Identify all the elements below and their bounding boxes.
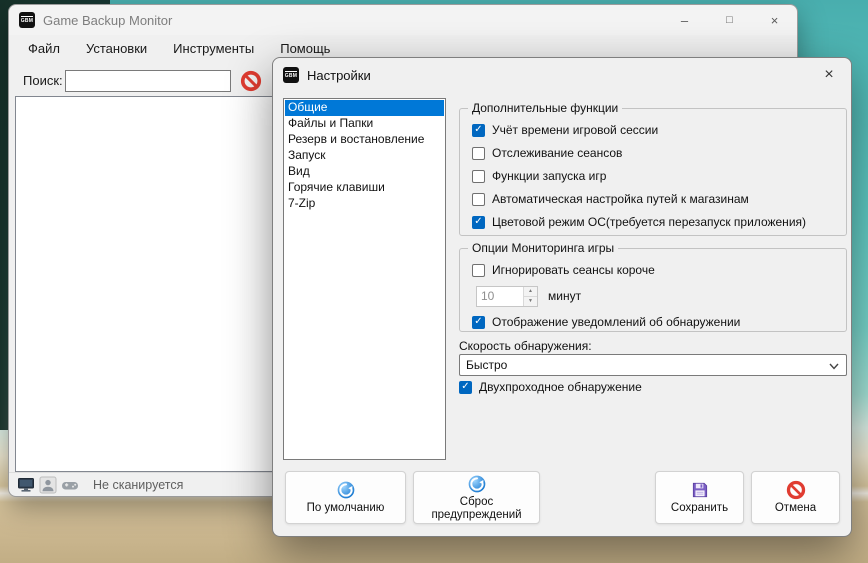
refresh-icon [336, 480, 356, 500]
close-icon[interactable]: × [752, 5, 797, 35]
minutes-unit-label: минут [548, 289, 582, 303]
detection-speed-select[interactable]: Быстро [459, 354, 847, 376]
category-view[interactable]: Вид [285, 164, 444, 180]
controller-icon [61, 476, 79, 494]
window-controls: – □ × [662, 5, 797, 35]
gbm-app-icon: GBM [19, 12, 35, 28]
main-titlebar[interactable]: GBM Game Backup Monitor – □ × [9, 5, 797, 35]
spin-down-icon[interactable]: ▼ [524, 296, 537, 306]
checkbox-os-color-mode[interactable]: ✓ Цветовой режим ОС(требуется перезапуск… [472, 215, 836, 229]
minutes-stepper[interactable]: ▲ ▼ [476, 285, 538, 307]
category-startup[interactable]: Запуск [285, 148, 444, 164]
minutes-row: ▲ ▼ минут [472, 285, 836, 307]
checkbox-session-tracking[interactable]: ✓ Отслеживание сеансов [472, 146, 836, 160]
spin-up-icon[interactable]: ▲ [524, 286, 537, 297]
checkbox-box: ✓ [472, 146, 485, 160]
checkbox-box: ✓ [472, 192, 485, 206]
detection-speed-value: Быстро [466, 358, 508, 372]
category-files-folders[interactable]: Файлы и Папки [285, 116, 444, 132]
checkbox-box: ✓ [472, 215, 485, 229]
dialog-titlebar[interactable]: GBM Настройки × [273, 58, 851, 92]
user-icon [39, 476, 57, 494]
maximize-icon[interactable]: □ [707, 5, 752, 35]
checkbox-box: ✓ [472, 169, 485, 183]
screen: GBM Game Backup Monitor – □ × Файл Устан… [0, 0, 868, 563]
checkbox-detection-notifications[interactable]: ✓ Отображение уведомлений об обнаружении [472, 315, 836, 329]
cancel-icon [786, 480, 806, 500]
menu-file[interactable]: Файл [15, 35, 73, 63]
reset-warnings-button[interactable]: Сброс предупреждений [413, 471, 540, 524]
menu-tools[interactable]: Инструменты [160, 35, 267, 63]
checkbox-box: ✓ [472, 123, 485, 137]
checkbox-box: ✓ [459, 380, 472, 394]
checkbox-auto-store-paths[interactable]: ✓ Автоматическая настройка путей к магаз… [472, 192, 836, 206]
checkbox-ignore-short-sessions[interactable]: ✓ Игнорировать сеансы короче [472, 263, 836, 277]
checkbox-two-pass-detection[interactable]: ✓ Двухпроходное обнаружение [459, 380, 642, 394]
status-text: Не сканируется [93, 478, 184, 492]
checkbox-session-time[interactable]: ✓ Учёт времени игровой сессии [472, 123, 836, 137]
search-label: Поиск: [23, 73, 63, 88]
detection-speed-label: Скорость обнаружения: [459, 339, 592, 353]
checkbox-box: ✓ [472, 315, 485, 329]
refresh-icon [467, 474, 487, 494]
category-hotkeys[interactable]: Горячие клавиши [285, 180, 444, 196]
window-title: Game Backup Monitor [43, 12, 173, 28]
group-monitoring-title: Опции Мониторинга игры [468, 241, 619, 255]
minimize-icon[interactable]: – [662, 5, 707, 35]
minutes-value[interactable] [477, 286, 523, 306]
settings-dialog: GBM Настройки × Общие Файлы и Папки Резе… [272, 57, 852, 537]
chevron-down-icon [828, 359, 840, 371]
save-icon [690, 480, 710, 500]
monitor-icon [17, 476, 35, 494]
clear-search-icon[interactable] [240, 70, 262, 92]
menu-settings[interactable]: Установки [73, 35, 160, 63]
dialog-button-row: По умолчанию Сброс предупреждений Сохран… [273, 471, 851, 524]
checkbox-box: ✓ [472, 263, 485, 277]
stepper-buttons: ▲ ▼ [523, 286, 537, 306]
category-backup-restore[interactable]: Резерв и востановление [285, 132, 444, 148]
dialog-close-icon[interactable]: × [807, 58, 851, 92]
checkbox-game-launch[interactable]: ✓ Функции запуска игр [472, 169, 836, 183]
category-general[interactable]: Общие [285, 100, 444, 116]
group-additional-title: Дополнительные функции [468, 101, 623, 115]
dialog-title: Настройки [307, 67, 371, 83]
save-button[interactable]: Сохранить [655, 471, 744, 524]
search-input[interactable] [65, 70, 231, 92]
defaults-button[interactable]: По умолчанию [285, 471, 406, 524]
category-7zip[interactable]: 7-Zip [285, 196, 444, 212]
cancel-button[interactable]: Отмена [751, 471, 840, 524]
gbm-app-icon: GBM [283, 67, 299, 83]
settings-category-list: Общие Файлы и Папки Резерв и востановлен… [283, 98, 446, 460]
group-additional-functions: Дополнительные функции ✓ Учёт времени иг… [459, 101, 847, 236]
group-monitoring-options: Опции Мониторинга игры ✓ Игнорировать се… [459, 241, 847, 332]
